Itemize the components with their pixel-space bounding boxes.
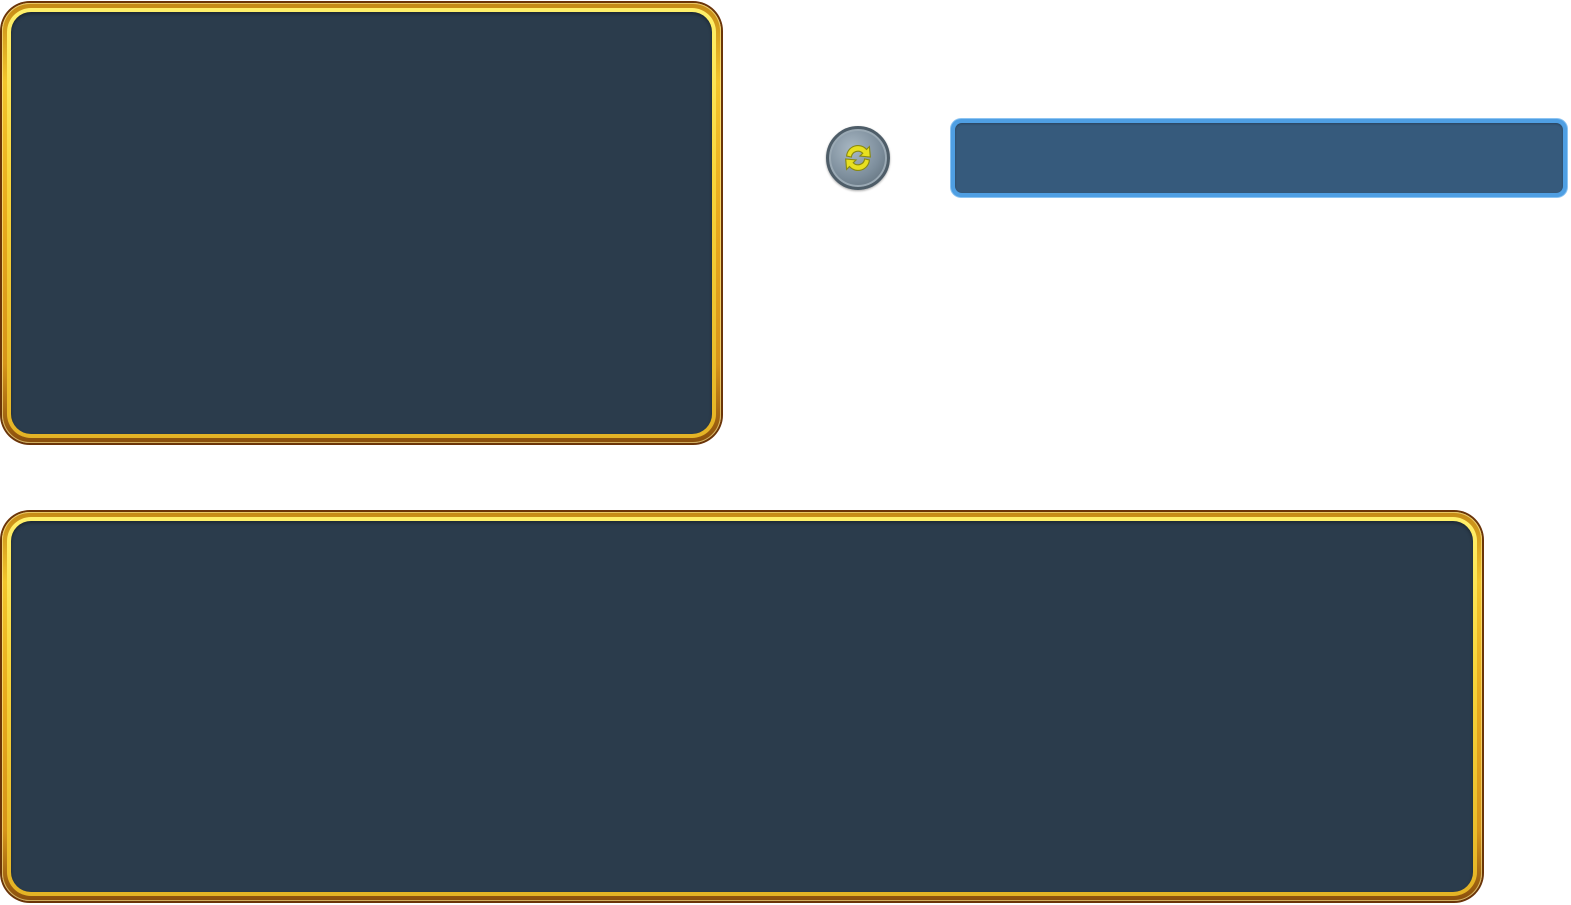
blue-bar: [951, 119, 1567, 197]
bottom-panel-content: [11, 521, 1473, 892]
refresh-button[interactable]: [826, 126, 890, 190]
blue-bar-fill: [955, 123, 1563, 193]
bottom-panel: [2, 512, 1482, 901]
top-panel-frame: [7, 8, 716, 438]
top-panel-content: [11, 12, 712, 434]
bottom-panel-frame: [7, 517, 1477, 896]
refresh-icon: [845, 145, 871, 171]
game-screen: [0, 0, 1571, 905]
top-panel: [2, 3, 721, 443]
